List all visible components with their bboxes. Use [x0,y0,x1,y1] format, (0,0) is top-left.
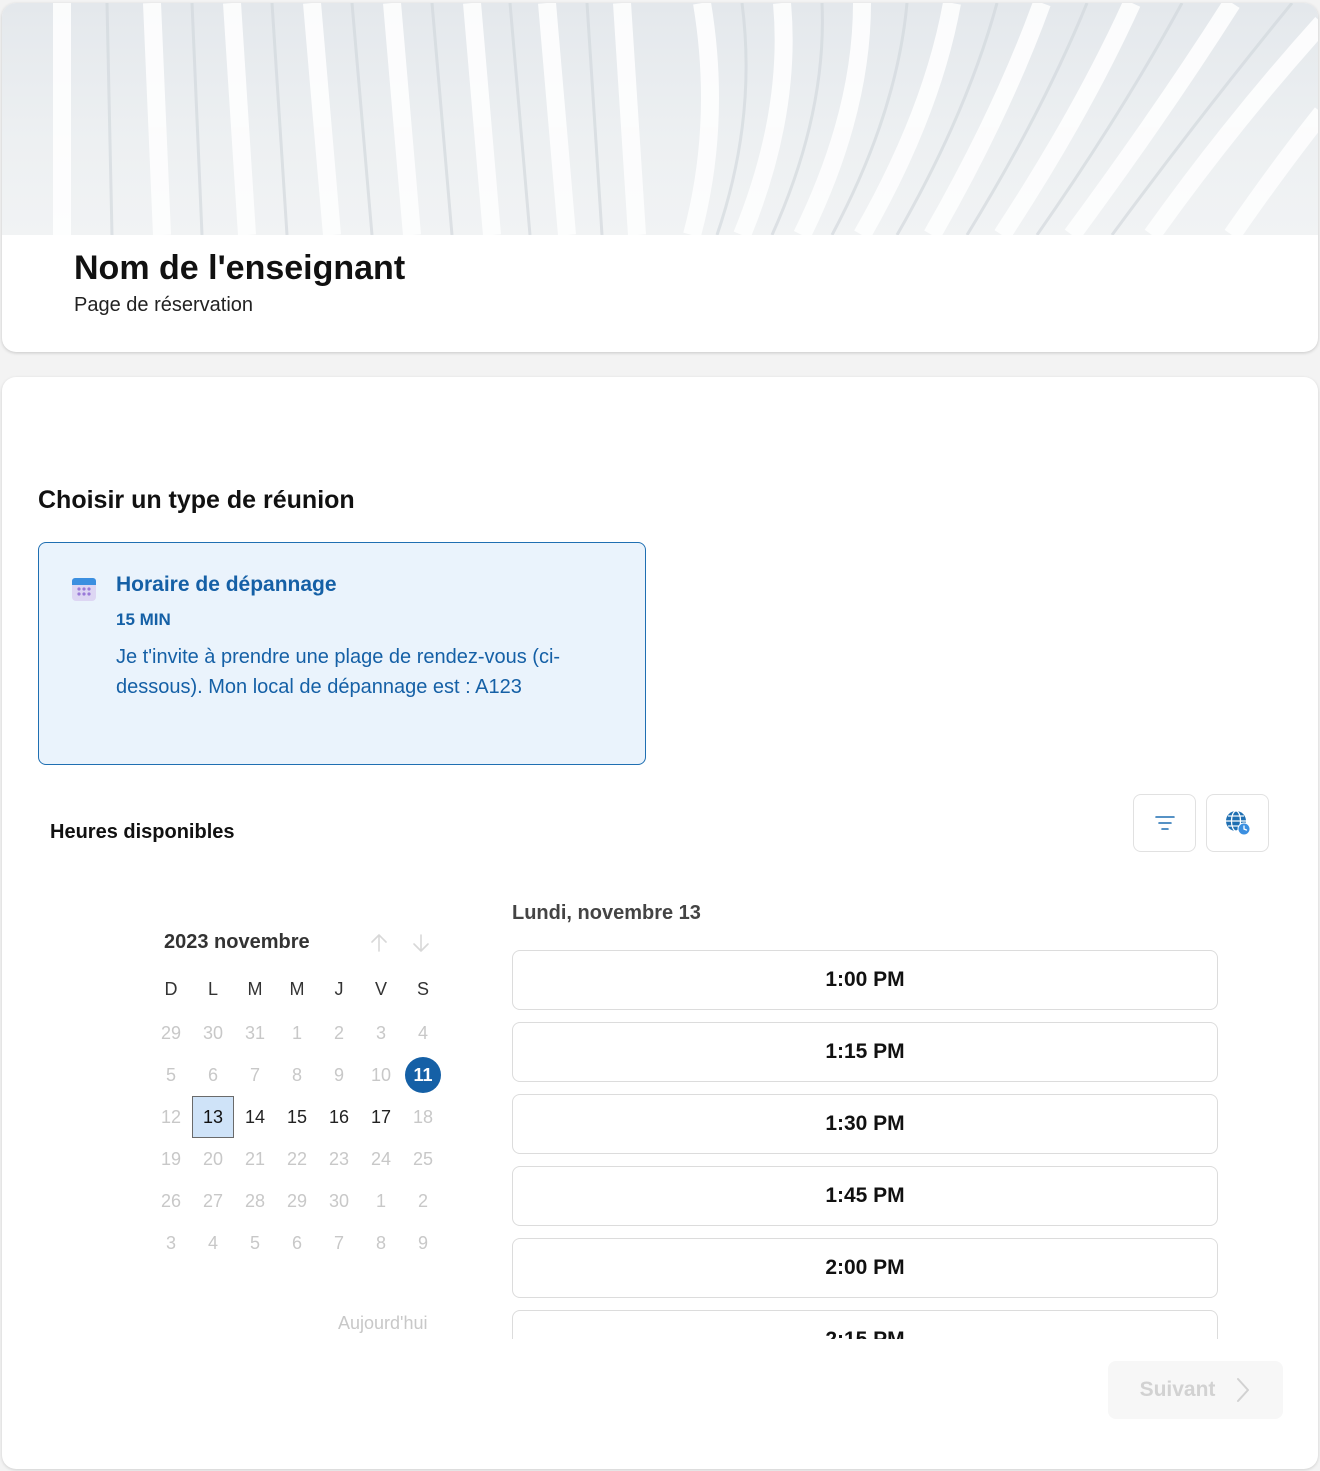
time-slot[interactable]: 1:45 PM [512,1166,1218,1226]
chevron-right-icon [1237,1378,1250,1402]
calendar-day: 19 [160,1148,182,1169]
calendar-day[interactable]: 11 [402,1054,444,1096]
calendar-day: 5 [165,1064,176,1085]
calendar-day[interactable]: 14 [234,1096,276,1138]
weekday-label: S [416,979,429,999]
next-month-icon[interactable] [410,932,432,954]
next-button[interactable]: Suivant [1108,1361,1283,1419]
calendar-day: 12 [160,1106,182,1127]
calendar-day: 3 [165,1232,176,1253]
section-title: Choisir un type de réunion [38,486,355,514]
calendar-day: 4 [417,1022,428,1043]
calendar-day: 2 [333,1022,344,1043]
page-subtitle: Page de réservation [74,294,254,316]
availability-title: Heures disponibles [50,821,235,843]
calendar-day: 3 [375,1022,386,1043]
calendar-day: 23 [328,1148,350,1169]
meeting-title: Horaire de dépannage [116,573,337,596]
weekday-label: L [207,979,218,999]
calendar-month-label: 2023 novembre [164,931,310,953]
calendar-day: 8 [291,1064,302,1085]
meeting-type-card[interactable]: Horaire de dépannage 15 MIN Je t'invite … [38,542,646,765]
calendar-day[interactable]: 16 [318,1096,360,1138]
today-marker: 11 [405,1057,441,1093]
calendar-day: 1 [375,1190,386,1211]
calendar-day: 18 [412,1106,434,1127]
weekday-label: M [289,979,305,999]
time-slot[interactable]: 1:15 PM [512,1022,1218,1082]
calendar-day: 1 [291,1022,302,1043]
filter-icon [1154,816,1175,830]
time-slot[interactable]: 2:00 PM [512,1238,1218,1298]
banner-image [2,3,1318,235]
calendar-day: 6 [207,1064,218,1085]
teacher-name: Nom de l'enseignant [74,249,406,287]
calendar-day: 10 [370,1064,392,1085]
weekday-label: J [334,979,344,999]
globe-clock-icon [1225,810,1250,836]
meeting-duration: 15 MIN [116,610,171,629]
weekday-label: V [374,979,387,999]
time-slot[interactable]: 1:00 PM [512,950,1218,1010]
calendar-day: 25 [412,1148,434,1169]
calendar-day: 4 [207,1232,218,1253]
calendar-day: 29 [160,1022,182,1043]
calendar-day[interactable]: 15 [276,1096,318,1138]
weekday-header: D L M M J V S [150,979,444,1000]
calendar-day[interactable]: 13 [192,1096,234,1138]
today-link[interactable]: Aujourd'hui [338,1313,428,1334]
calendar-day: 7 [333,1232,344,1253]
timezone-button[interactable] [1206,794,1269,852]
calendar-day: 7 [249,1064,260,1085]
calendar-day: 9 [417,1232,428,1253]
calendar-icon [72,578,96,601]
profile-card: Nom de l'enseignant Page de réservation [2,3,1318,352]
calendar-day: 29 [286,1190,308,1211]
calendar-day: 9 [333,1064,344,1085]
calendar-day: 24 [370,1148,392,1169]
calendar-day: 20 [202,1148,224,1169]
filter-button[interactable] [1133,794,1196,852]
calendar-grid: 29 30 31 1 2 3 4 5 6 7 8 9 10 11 12 13 14 15 16 17 18 19 20 21 2… [150,1012,444,1264]
calendar-day: 8 [375,1232,386,1253]
next-button-label: Suivant [1139,1378,1216,1401]
calendar-day: 22 [286,1148,308,1169]
calendar-day: 2 [417,1190,428,1211]
time-slot[interactable]: 2:15 PM [512,1310,1218,1339]
calendar-day: 28 [244,1190,266,1211]
calendar-day: 26 [160,1190,182,1211]
calendar-day: 30 [202,1022,224,1043]
calendar-day: 31 [244,1022,266,1043]
previous-month-icon[interactable] [368,932,390,954]
calendar-day[interactable]: 17 [360,1096,402,1138]
weekday-label: M [247,979,263,999]
time-slot-list[interactable]: 1:00 PM 1:15 PM 1:30 PM 1:45 PM 2:00 PM … [512,950,1218,1339]
meeting-description: Je t'invite à prendre une plage de rende… [116,646,561,698]
selected-date-heading: Lundi, novembre 13 [512,902,701,924]
time-slot[interactable]: 1:30 PM [512,1094,1218,1154]
weekday-label: D [164,979,178,999]
calendar-day: 6 [291,1232,302,1253]
calendar-day: 27 [202,1190,224,1211]
calendar-day: 21 [244,1148,266,1169]
calendar-day: 5 [249,1232,260,1253]
calendar-day: 30 [328,1190,350,1211]
booking-card: Choisir un type de réunion Horaire de dé… [2,377,1318,1469]
